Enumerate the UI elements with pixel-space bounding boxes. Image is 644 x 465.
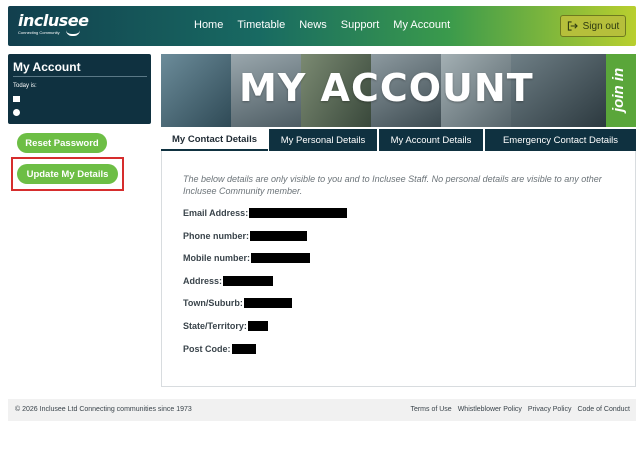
logo-text: inclusee	[18, 11, 89, 30]
account-panel: My Account Today is:	[8, 54, 151, 124]
tab-my-contact-details[interactable]: My Contact Details	[161, 129, 268, 151]
hero-banner: MY ACCOUNT join in	[161, 54, 636, 127]
sign-out-icon	[567, 21, 578, 31]
tab-my-personal-details[interactable]: My Personal Details	[269, 129, 377, 151]
footer-link-whistleblower[interactable]: Whistleblower Policy	[458, 406, 522, 413]
field-label: State/Territory:	[183, 321, 247, 331]
footer-links: Terms of Use Whistleblower Policy Privac…	[404, 406, 630, 413]
calendar-icon	[13, 96, 20, 102]
logo[interactable]: inclusee Connecting Community	[18, 11, 89, 36]
redacted-value	[249, 208, 348, 218]
footer-link-privacy[interactable]: Privacy Policy	[528, 406, 572, 413]
tab-my-account-details[interactable]: My Account Details	[379, 129, 483, 151]
field-label: Post Code:	[183, 344, 231, 354]
field-label: Town/Suburb:	[183, 298, 243, 308]
nav-news[interactable]: News	[299, 19, 327, 31]
phone-field: Phone number:	[183, 231, 308, 241]
redacted-value	[250, 231, 308, 241]
nav-timetable[interactable]: Timetable	[237, 19, 285, 31]
sign-out-label: Sign out	[582, 20, 620, 32]
join-in-badge[interactable]: join in	[606, 54, 636, 127]
main-nav: Home Timetable News Support My Account	[194, 19, 464, 31]
privacy-note: The below details are only visible to yo…	[183, 174, 602, 196]
logo-swoosh-icon	[66, 30, 80, 36]
join-in-text: join in	[610, 67, 627, 112]
redacted-value	[251, 253, 310, 263]
banner-photo	[161, 54, 231, 127]
tab-emergency-contact-details[interactable]: Emergency Contact Details	[485, 129, 636, 151]
redacted-value	[231, 344, 256, 354]
field-label: Address:	[183, 276, 223, 286]
contact-details-panel: The below details are only visible to yo…	[161, 151, 636, 387]
account-panel-title: My Account	[13, 60, 81, 74]
banner-title: MY ACCOUNT	[239, 66, 534, 110]
field-label: Mobile number:	[183, 253, 250, 263]
sign-out-button[interactable]: Sign out	[560, 15, 626, 37]
reset-password-button[interactable]: Reset Password	[17, 133, 107, 153]
today-label: Today is:	[13, 83, 37, 89]
redacted-value	[223, 276, 274, 286]
footer-link-code-of-conduct[interactable]: Code of Conduct	[577, 406, 630, 413]
field-label: Phone number:	[183, 231, 250, 241]
footer-link-terms[interactable]: Terms of Use	[410, 406, 451, 413]
divider	[13, 76, 147, 77]
footer: © 2026 Inclusee Ltd Connecting communiti…	[8, 399, 636, 421]
town-suburb-field: Town/Suburb:	[183, 298, 292, 308]
redacted-value	[243, 298, 292, 308]
post-code-field: Post Code:	[183, 344, 256, 354]
copyright-text: © 2026 Inclusee Ltd Connecting communiti…	[15, 406, 192, 413]
clock-icon	[13, 109, 20, 116]
state-territory-field: State/Territory:	[183, 321, 268, 331]
redacted-value	[247, 321, 268, 331]
nav-support[interactable]: Support	[341, 19, 380, 31]
address-field: Address:	[183, 276, 274, 286]
field-label: Email Address:	[183, 208, 249, 218]
details-tabs: My Contact Details My Personal Details M…	[161, 129, 636, 151]
email-field: Email Address:	[183, 208, 348, 218]
nav-home[interactable]: Home	[194, 19, 223, 31]
mobile-field: Mobile number:	[183, 253, 310, 263]
top-header: inclusee Connecting Community Home Timet…	[8, 6, 636, 46]
nav-my-account[interactable]: My Account	[393, 19, 450, 31]
update-my-details-button[interactable]: Update My Details	[17, 164, 118, 184]
